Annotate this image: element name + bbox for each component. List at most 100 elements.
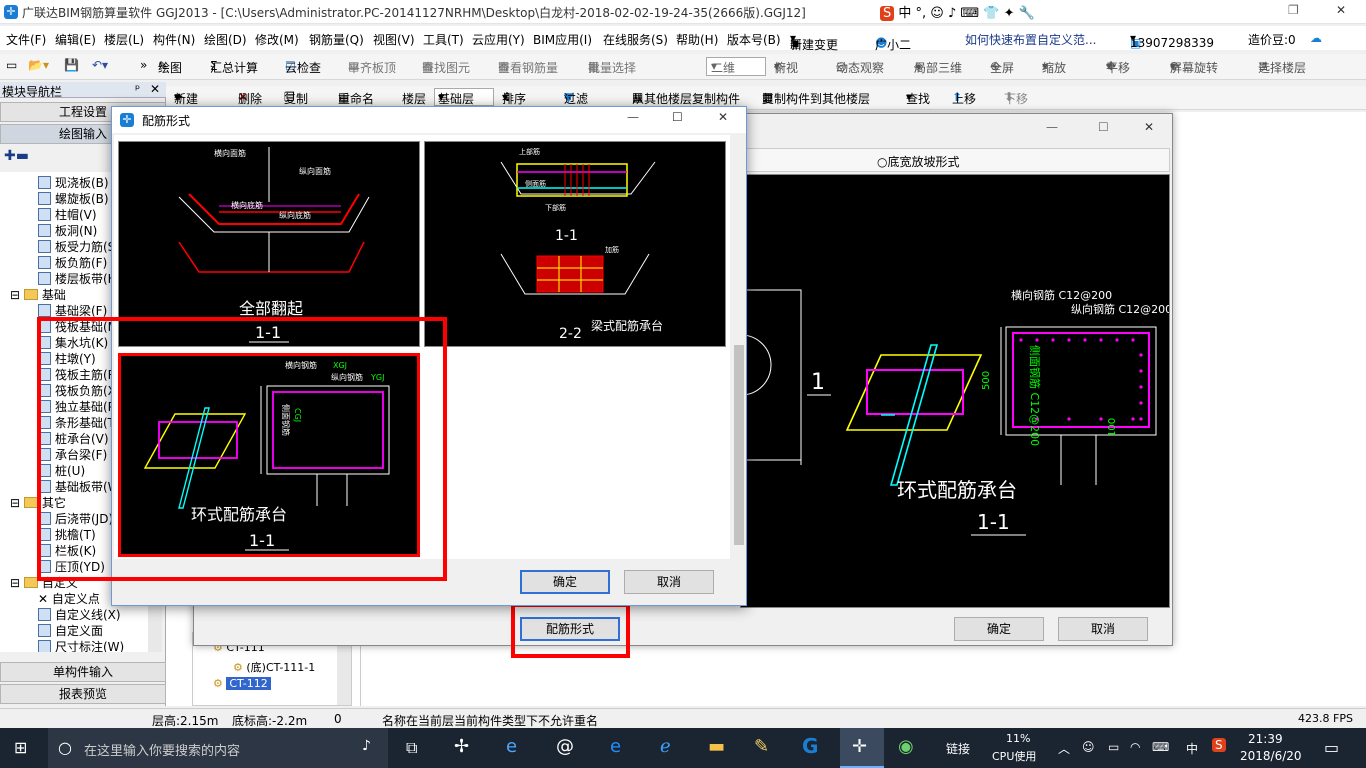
clock-date[interactable]: 2018/6/20 xyxy=(1240,749,1302,763)
list-item[interactable]: ⚙ (底)CT-111-1 xyxy=(233,659,315,675)
align-slab-label: 平齐板顶 xyxy=(348,61,397,75)
tray-app-icon[interactable]: ☺ xyxy=(1082,740,1095,754)
wifi-icon[interactable]: ◠ xyxy=(1130,740,1140,754)
app-fan-icon[interactable]: ✢ xyxy=(454,736,469,757)
menu-file[interactable]: 文件(F) xyxy=(6,31,46,48)
new-file-icon[interactable]: ▭ xyxy=(6,58,17,72)
tree-item[interactable]: 板受力筋(S) xyxy=(38,238,120,255)
keyboard-icon[interactable]: ⌨ xyxy=(1152,740,1169,754)
notes-icon[interactable]: ✎ xyxy=(754,736,769,757)
clock-time[interactable]: 21:39 xyxy=(1248,732,1283,746)
menu-component[interactable]: 构件(N) xyxy=(153,31,195,48)
tree-item[interactable]: 自定义线(X) xyxy=(38,606,121,623)
notification-icon[interactable]: ▭ xyxy=(1324,738,1339,757)
user-phone[interactable]: ▣ 13907298339 ▾ xyxy=(1130,31,1214,50)
menu-cloud[interactable]: 云应用(Y) xyxy=(472,31,525,48)
task-view-icon[interactable]: ⧉ xyxy=(406,738,417,758)
slope-radio[interactable]: ○底宽放坡形式 xyxy=(877,153,960,170)
app-spiral-icon[interactable]: @ xyxy=(556,736,574,757)
menu-version[interactable]: 版本号(B) xyxy=(727,31,781,48)
menu-modify[interactable]: 修改(M) xyxy=(255,31,299,48)
pan-button[interactable]: ✥ 平移 ▾ xyxy=(1106,59,1130,75)
windows-start-icon[interactable]: ⊞ xyxy=(14,738,27,757)
tree-item[interactable]: 柱帽(V) xyxy=(38,206,97,223)
menu-bim[interactable]: BIM应用(I) xyxy=(533,31,592,48)
mic-icon[interactable]: ♪ xyxy=(362,738,371,754)
sort-button[interactable]: ↕ 排序 ▾ xyxy=(502,90,526,106)
filter-button[interactable]: ▼ 过滤 ▾ xyxy=(564,90,588,106)
menu-draw[interactable]: 绘图(D) xyxy=(204,31,247,48)
nav-single-input-button[interactable]: 单构件输入 xyxy=(0,662,166,682)
expand-all-icon[interactable]: ✚▬ xyxy=(4,148,29,164)
help-tip-link[interactable]: 如何快速布置自定义范... xyxy=(965,31,1096,48)
radio-icon: ○ xyxy=(877,155,888,169)
battery-icon[interactable]: ▭ xyxy=(1108,740,1119,754)
view-mode-select[interactable]: 二维 ▾ xyxy=(706,57,766,76)
menu-rebar[interactable]: 钢筋量(Q) xyxy=(309,31,364,48)
floor-select[interactable]: 基础层 ▾ xyxy=(434,88,494,106)
tree-item[interactable]: 板洞(N) xyxy=(38,222,97,239)
dialog-close-icon[interactable]: ✕ xyxy=(1144,120,1154,134)
glodon-g-icon[interactable]: G xyxy=(802,734,818,758)
scrollbar-thumb[interactable] xyxy=(734,345,744,545)
undo-icon[interactable]: ↶▾ xyxy=(92,58,108,72)
ie-icon[interactable]: e xyxy=(506,736,517,757)
menu-edit[interactable]: 编辑(E) xyxy=(55,31,96,48)
taskbar-link[interactable]: 链接 xyxy=(946,740,970,757)
menu-view[interactable]: 视图(V) xyxy=(373,31,415,48)
tree-item[interactable]: 板负筋(F) xyxy=(38,254,107,271)
close-icon[interactable]: ✕ xyxy=(1336,3,1346,17)
tree-group-foundation[interactable]: ⊟ 基础 xyxy=(10,286,66,303)
tree-item[interactable]: 螺旋板(B) xyxy=(38,190,109,207)
top-view-button[interactable]: ◇ 俯视 ▾ xyxy=(774,59,798,75)
slab-icon xyxy=(38,176,51,189)
ime-indicator[interactable]: 中 xyxy=(1186,740,1198,757)
tree-item[interactable]: 自定义面 xyxy=(38,622,103,639)
green-app-icon[interactable]: ◉ xyxy=(898,736,914,757)
active-app-button[interactable]: ✛ xyxy=(840,728,884,768)
highlight-box xyxy=(37,317,447,581)
ime-toolbar[interactable]: S 中 °, ☺ ♪ ⌨ 👕 ✦ 🔧 xyxy=(880,2,1100,22)
tree-item[interactable]: 楼层板带(H) xyxy=(38,270,121,287)
toolbar-more-icon[interactable]: » xyxy=(140,58,147,72)
zoom-button[interactable]: ⌕ 缩放 ▾ xyxy=(1042,59,1066,75)
back-cancel-button[interactable]: 取消 xyxy=(1058,617,1148,641)
slab-hole-icon xyxy=(38,224,51,237)
cloud-icon[interactable]: ☁ xyxy=(1310,31,1322,45)
tree-item[interactable]: 现浇板(B) xyxy=(38,174,109,191)
rebar-ok-button[interactable]: 确定 xyxy=(520,570,610,594)
menu-online[interactable]: 在线服务(S) xyxy=(603,31,668,48)
dialog-max-icon[interactable]: ☐ xyxy=(1098,120,1109,134)
explorer-icon[interactable]: ▬ xyxy=(708,736,725,757)
edge-icon[interactable]: e xyxy=(610,736,621,757)
options-scrollbar[interactable] xyxy=(732,135,746,559)
restore-icon[interactable]: ❐ xyxy=(1288,3,1299,17)
find-button[interactable]: 查找 ▾ xyxy=(906,90,930,106)
option-beam-type[interactable]: 上部筋 侧面筋 下部筋 1-1 加筋 2-2 梁式配筋承台 xyxy=(424,141,726,347)
rebar-dialog-min-icon[interactable]: — xyxy=(627,110,639,124)
menu-floor[interactable]: 楼层(L) xyxy=(104,31,144,48)
menu-new-change[interactable]: ▣ 新建变更 ▾ xyxy=(790,31,838,52)
select-floor-label: 选择楼层 xyxy=(1258,61,1307,75)
nav-close-icon[interactable]: ✕ xyxy=(150,82,160,96)
rebar-cancel-button[interactable]: 取消 xyxy=(624,570,714,594)
ie2-icon[interactable]: ℯ xyxy=(660,736,671,757)
save-icon[interactable]: 💾 xyxy=(64,58,79,72)
open-icon[interactable]: 📂▾ xyxy=(28,58,49,72)
nav-report-button[interactable]: 报表预览 xyxy=(0,684,166,704)
tree-item[interactable]: 尺寸标注(W) xyxy=(38,638,124,652)
rebar-dialog-max-icon[interactable]: ☐ xyxy=(672,110,683,124)
rotate-button[interactable]: ⟳ 屏幕旋转 ▾ xyxy=(1170,59,1218,75)
tray-up-icon[interactable]: ︿ xyxy=(1058,740,1070,757)
pin-icon[interactable]: ᵖ xyxy=(135,82,140,96)
tree-item[interactable]: ✕ 自定义点 xyxy=(38,590,100,607)
menu-tools[interactable]: 工具(T) xyxy=(423,31,464,48)
rebar-dialog-close-icon[interactable]: ✕ xyxy=(718,110,728,124)
back-ok-button[interactable]: 确定 xyxy=(954,617,1044,641)
menu-help[interactable]: 帮助(H) xyxy=(676,31,718,48)
sogou-icon[interactable]: S xyxy=(1212,738,1226,752)
new-button[interactable]: ✦ 新建 ▾ xyxy=(174,90,198,106)
list-item-selected[interactable]: ⚙ CT-112 xyxy=(213,677,271,690)
dialog-min-icon[interactable]: — xyxy=(1046,120,1058,134)
search-box[interactable]: ○ 在这里输入你要搜索的内容 ♪ xyxy=(48,728,388,768)
